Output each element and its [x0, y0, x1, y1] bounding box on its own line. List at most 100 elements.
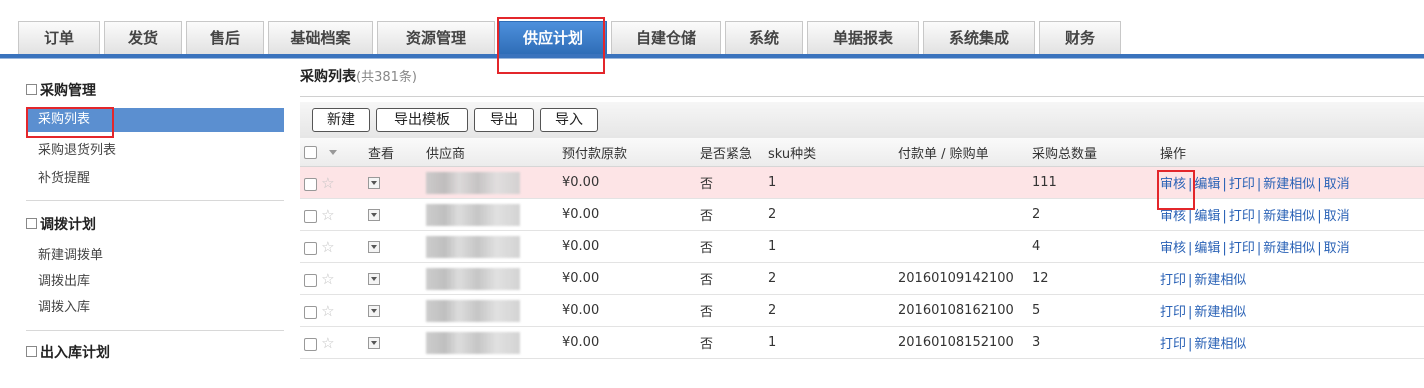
payment-cell [894, 198, 1028, 231]
op-link[interactable]: 取消 [1324, 177, 1350, 192]
amount-cell: ¥0.00 [558, 262, 696, 295]
sidebar-section-inout-plan[interactable]: 出入库计划 [26, 342, 110, 362]
op-link[interactable]: 新建相似 [1194, 337, 1246, 352]
op-link[interactable]: 编辑 [1194, 209, 1220, 224]
row-select-cell[interactable]: ☆ [300, 166, 364, 199]
tab-orders[interactable]: 订单 [18, 21, 100, 54]
tab-self-warehouse[interactable]: 自建仓储 [611, 21, 721, 54]
sidebar-divider [26, 200, 284, 201]
row-checkbox[interactable] [304, 337, 317, 351]
table-row[interactable]: ☆ ¥0.00 否 1 111 审核 | 编辑 | 打印 | 新建相似 | 取消 [300, 166, 1424, 199]
operations-cell: 打印 | 新建相似 [1156, 262, 1424, 295]
row-select-cell[interactable]: ☆ [300, 326, 364, 359]
op-separator: | [1222, 209, 1227, 224]
select-all-checkbox[interactable] [304, 145, 317, 159]
op-link[interactable]: 打印 [1160, 337, 1186, 352]
tab-system-integration[interactable]: 系统集成 [923, 21, 1035, 54]
op-link[interactable]: 新建相似 [1263, 209, 1315, 224]
row-select-cell[interactable]: ☆ [300, 198, 364, 231]
qty-cell: 3 [1028, 326, 1156, 359]
op-link[interactable]: 取消 [1324, 209, 1350, 224]
tab-resource-management[interactable]: 资源管理 [377, 21, 495, 54]
column-header: 查看 [364, 138, 422, 167]
star-icon[interactable]: ☆ [321, 174, 334, 192]
qty-cell: 111 [1028, 166, 1156, 199]
op-link[interactable]: 编辑 [1194, 241, 1220, 256]
row-checkbox[interactable] [304, 241, 317, 255]
page-title: 采购列表(共381条) [300, 66, 417, 86]
op-link[interactable]: 打印 [1229, 241, 1255, 256]
table-row[interactable]: ☆ ¥0.00 否 2 20160108162100 5 打印 | 新建相似 [300, 294, 1424, 327]
sidebar-item-restock-reminder[interactable]: 补货提醒 [26, 168, 284, 190]
view-cell[interactable] [364, 198, 422, 231]
view-cell[interactable] [364, 262, 422, 295]
table-row[interactable]: ☆ ¥0.00 否 1 4 审核 | 编辑 | 打印 | 新建相似 | 取消 [300, 230, 1424, 263]
export-template-button[interactable]: 导出模板 [376, 108, 468, 132]
row-checkbox[interactable] [304, 209, 317, 223]
tab-finance[interactable]: 财务 [1039, 21, 1121, 54]
row-select-cell[interactable]: ☆ [300, 230, 364, 263]
op-link[interactable]: 打印 [1229, 177, 1255, 192]
amount-cell: ¥0.00 [558, 198, 696, 231]
table-row[interactable]: ☆ ¥0.00 否 2 20160109142100 12 打印 | 新建相似 [300, 262, 1424, 295]
view-cell[interactable] [364, 166, 422, 199]
payment-cell: 20160109142100 [894, 262, 1028, 295]
sidebar-item-transfer-out[interactable]: 调拨出库 [26, 270, 284, 294]
column-header: 操作 [1156, 138, 1424, 167]
table-row[interactable]: ☆ ¥0.00 否 1 20160108152100 3 打印 | 新建相似 [300, 326, 1424, 359]
op-link[interactable]: 打印 [1160, 273, 1186, 288]
sidebar-section-transfer[interactable]: 调拨计划 [26, 214, 96, 234]
sidebar-section-purchase[interactable]: 采购管理 [26, 80, 96, 100]
op-link[interactable]: 新建相似 [1263, 241, 1315, 256]
op-link[interactable]: 审核 [1160, 241, 1186, 256]
row-checkbox[interactable] [304, 177, 317, 191]
star-icon[interactable]: ☆ [321, 302, 334, 320]
tab-system[interactable]: 系统 [725, 21, 803, 54]
expand-dropdown-icon[interactable] [368, 304, 380, 317]
supplier-cell [422, 198, 558, 231]
sidebar-item-purchase-return-list[interactable]: 采购退货列表 [26, 140, 284, 162]
table-row[interactable]: ☆ ¥0.00 否 2 2 审核 | 编辑 | 打印 | 新建相似 | 取消 [300, 198, 1424, 231]
view-cell[interactable] [364, 294, 422, 327]
star-icon[interactable]: ☆ [321, 238, 334, 256]
star-icon[interactable]: ☆ [321, 334, 334, 352]
expand-dropdown-icon[interactable] [368, 208, 380, 221]
sidebar-item-transfer-in[interactable]: 调拨入库 [26, 296, 284, 320]
row-select-cell[interactable]: ☆ [300, 294, 364, 327]
new-button[interactable]: 新建 [312, 108, 370, 132]
row-checkbox[interactable] [304, 273, 317, 287]
qty-cell: 5 [1028, 294, 1156, 327]
op-link[interactable]: 取消 [1324, 241, 1350, 256]
expand-dropdown-icon[interactable] [368, 272, 380, 285]
op-link[interactable]: 打印 [1160, 305, 1186, 320]
import-button[interactable]: 导入 [540, 108, 598, 132]
supplier-blurred [426, 331, 520, 354]
row-checkbox[interactable] [304, 305, 317, 319]
collapse-icon [26, 83, 37, 95]
op-link[interactable]: 新建相似 [1263, 177, 1315, 192]
row-select-cell[interactable]: ☆ [300, 262, 364, 295]
expand-dropdown-icon[interactable] [368, 240, 380, 253]
sidebar-item-new-transfer[interactable]: 新建调拨单 [26, 244, 284, 268]
op-link[interactable]: 审核 [1160, 209, 1186, 224]
tab-shipping[interactable]: 发货 [104, 21, 182, 54]
op-link[interactable]: 编辑 [1194, 177, 1220, 192]
collapse-icon [26, 217, 37, 229]
select-all-header[interactable] [300, 138, 364, 167]
op-link[interactable]: 新建相似 [1194, 273, 1246, 288]
tab-document-reports[interactable]: 单据报表 [807, 21, 919, 54]
expand-dropdown-icon[interactable] [368, 336, 380, 349]
tab-basic-records[interactable]: 基础档案 [268, 21, 373, 54]
view-cell[interactable] [364, 230, 422, 263]
star-icon[interactable]: ☆ [321, 206, 334, 224]
op-link[interactable]: 打印 [1229, 209, 1255, 224]
sort-caret-icon[interactable] [329, 149, 337, 155]
export-button[interactable]: 导出 [474, 108, 534, 132]
tab-after-sales[interactable]: 售后 [186, 21, 264, 54]
op-separator: | [1317, 209, 1322, 224]
expand-dropdown-icon[interactable] [368, 176, 380, 189]
star-icon[interactable]: ☆ [321, 270, 334, 288]
op-link[interactable]: 新建相似 [1194, 305, 1246, 320]
urgent-cell: 否 [696, 166, 764, 199]
view-cell[interactable] [364, 326, 422, 359]
